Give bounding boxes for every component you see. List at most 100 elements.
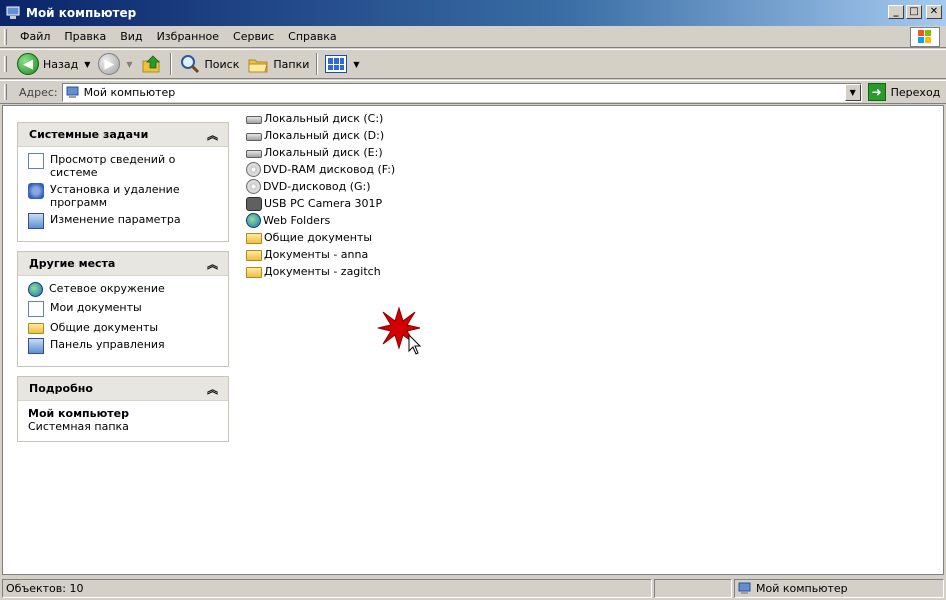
back-dropdown-icon[interactable]: ▼ — [84, 60, 90, 69]
place-my-documents[interactable]: Мои документы — [28, 301, 218, 317]
list-item[interactable]: Документы - zagitch — [246, 263, 395, 280]
camera-icon — [246, 196, 262, 211]
go-arrow-icon: ➜ — [867, 83, 886, 101]
system-tasks-panel: Системные задачи ︽ Просмотр сведений о с… — [17, 122, 229, 242]
address-value: Мой компьютер — [83, 85, 176, 99]
menu-view[interactable]: Вид — [113, 28, 149, 45]
details-title: Подробно — [29, 382, 93, 395]
window-controls: _ □ ✕ — [888, 5, 942, 19]
place-label: Сетевое окружение — [49, 282, 165, 295]
menu-bar: Файл Правка Вид Избранное Сервис Справка — [0, 26, 946, 48]
menu-file[interactable]: Файл — [13, 28, 57, 45]
status-empty-cell — [654, 578, 732, 598]
toolbar-grip[interactable] — [4, 56, 7, 72]
go-button[interactable]: ➜ Переход — [867, 83, 941, 101]
address-input[interactable]: Мой компьютер ▼ — [61, 82, 862, 102]
back-button[interactable]: ◀ Назад ▼ — [13, 51, 94, 77]
back-arrow-icon: ◀ — [17, 53, 39, 75]
folder-icon — [246, 233, 262, 244]
forward-button[interactable]: ▶ ▼ — [94, 51, 136, 77]
item-label: DVD-дисковод (G:) — [263, 180, 371, 193]
collapse-icon[interactable]: ︽ — [207, 381, 218, 397]
list-item[interactable]: Web Folders — [246, 212, 395, 229]
place-control-panel[interactable]: Панель управления — [28, 338, 218, 354]
item-label: Локальный диск (D:) — [264, 129, 385, 142]
item-label: Web Folders — [263, 214, 331, 227]
folders-label: Папки — [273, 57, 310, 71]
details-panel: Подробно ︽ Мой компьютер Системная папка — [17, 376, 229, 442]
list-item[interactable]: Локальный диск (C:) — [246, 110, 395, 127]
windows-logo-icon — [910, 27, 940, 47]
up-folder-button[interactable] — [137, 51, 167, 77]
details-type: Системная папка — [28, 420, 129, 433]
item-label: Общие документы — [264, 231, 373, 244]
task-change-setting[interactable]: Изменение параметра — [28, 213, 218, 229]
folder-icon — [246, 250, 262, 261]
folders-icon — [248, 59, 269, 73]
collapse-icon[interactable]: ︽ — [207, 127, 218, 143]
hard-drive-icon — [246, 133, 262, 141]
details-name: Мой компьютер — [28, 407, 130, 420]
forward-dropdown-icon[interactable]: ▼ — [126, 60, 132, 69]
list-item[interactable]: USB PC Camera 301P — [246, 195, 395, 212]
file-list: Локальный диск (C:) Локальный диск (D:) … — [246, 110, 395, 280]
views-dropdown-icon[interactable]: ▼ — [353, 60, 359, 69]
status-bar: Объектов: 10 Мой компьютер — [0, 576, 946, 600]
search-icon — [180, 55, 199, 74]
maximize-button[interactable]: □ — [906, 5, 922, 19]
list-item[interactable]: Общие документы — [246, 229, 395, 246]
menu-edit[interactable]: Правка — [57, 28, 113, 45]
dvd-drive-icon — [246, 179, 261, 194]
network-icon — [28, 282, 43, 297]
list-item[interactable]: Локальный диск (D:) — [246, 127, 395, 144]
back-label: Назад — [43, 57, 79, 71]
list-item[interactable]: DVD-RAM дисковод (F:) — [246, 161, 395, 178]
go-label: Переход — [890, 85, 941, 99]
address-dropdown-icon[interactable]: ▼ — [844, 83, 861, 101]
other-places-header[interactable]: Другие места ︽ — [18, 252, 228, 276]
item-label: Локальный диск (C:) — [264, 112, 384, 125]
control-panel-icon — [28, 338, 44, 354]
list-item[interactable]: Локальный диск (E:) — [246, 144, 395, 161]
status-location: Мой компьютер — [734, 578, 944, 598]
minimize-button[interactable]: _ — [888, 5, 904, 19]
folder-up-icon — [142, 55, 160, 73]
menu-favorites[interactable]: Избранное — [150, 28, 226, 45]
address-label: Адрес: — [19, 85, 58, 99]
title-bar[interactable]: Мой компьютер _ □ ✕ — [0, 0, 946, 26]
control-panel-icon — [28, 213, 44, 229]
menu-tools[interactable]: Сервис — [226, 28, 281, 45]
status-object-count: Объектов: 10 — [2, 578, 652, 598]
toolbar-grip[interactable] — [4, 28, 7, 45]
task-view-system-info[interactable]: Просмотр сведений о системе — [28, 153, 218, 179]
place-label: Панель управления — [50, 338, 165, 351]
views-button[interactable]: ▼ — [321, 51, 363, 77]
toolbar-grip[interactable] — [4, 84, 7, 100]
main-content: Системные задачи ︽ Просмотр сведений о с… — [2, 105, 944, 575]
place-shared-documents[interactable]: Общие документы — [28, 321, 218, 334]
my-computer-icon — [66, 86, 79, 98]
forward-arrow-icon: ▶ — [98, 53, 121, 75]
hard-drive-icon — [246, 116, 262, 124]
dvd-drive-icon — [246, 162, 261, 177]
folders-button[interactable]: Папки — [243, 51, 313, 77]
collapse-icon[interactable]: ︽ — [207, 256, 218, 272]
close-button[interactable]: ✕ — [926, 5, 942, 19]
search-button[interactable]: Поиск — [175, 51, 244, 77]
item-label: USB PC Camera 301P — [264, 197, 383, 210]
list-item[interactable]: DVD-дисковод (G:) — [246, 178, 395, 195]
system-tasks-title: Системные задачи — [29, 128, 149, 141]
views-icon — [325, 55, 348, 73]
place-network[interactable]: Сетевое окружение — [28, 282, 218, 297]
place-label: Мои документы — [50, 301, 142, 314]
menu-help[interactable]: Справка — [281, 28, 343, 45]
task-add-remove-programs[interactable]: Установка и удаление программ — [28, 183, 218, 209]
item-label: DVD-RAM дисковод (F:) — [263, 163, 396, 176]
search-label: Поиск — [204, 57, 240, 71]
my-computer-icon — [738, 582, 751, 594]
other-places-panel: Другие места ︽ Сетевое окружение Мои док… — [17, 251, 229, 367]
item-label: Документы - zagitch — [264, 265, 381, 278]
list-item[interactable]: Документы - anna — [246, 246, 395, 263]
details-header[interactable]: Подробно ︽ — [18, 377, 228, 401]
system-tasks-header[interactable]: Системные задачи ︽ — [18, 123, 228, 147]
